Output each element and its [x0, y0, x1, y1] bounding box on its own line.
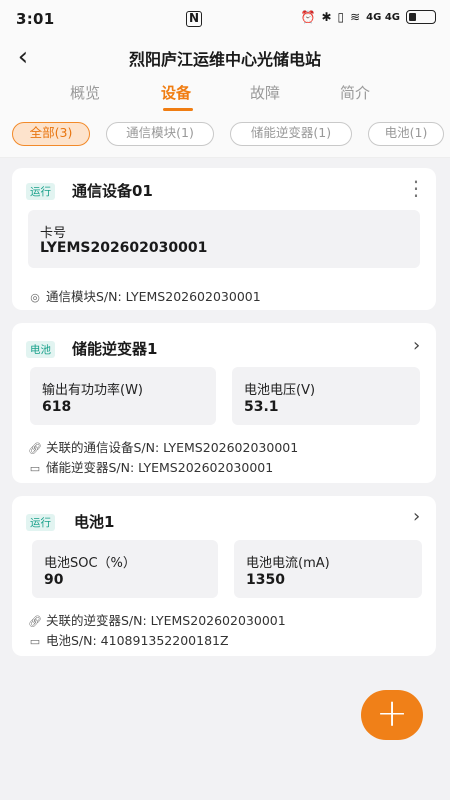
filter-chip-inverter[interactable]: 储能逆变器(1) — [230, 122, 352, 146]
inverter-sn-row: ▭ 储能逆变器S/N: LYEMS202602030001 — [28, 457, 273, 476]
card-title: 通信设备01 — [72, 182, 153, 200]
battery-icon: ▭ — [29, 635, 41, 648]
metric-box-voltage: 电池电压(V) 53.1 — [232, 367, 420, 425]
filter-chip-all[interactable]: 全部(3) — [12, 122, 90, 146]
device-card-comm[interactable]: 运行 通信设备01 ⋮ 卡号 LYEMS202602030001 ◎ 通信模块S/… — [12, 168, 436, 310]
more-options-icon[interactable]: ⋮ — [406, 178, 426, 198]
status-icons: ⏰ ✱ ▯ ≋ 4G 4G — [300, 10, 436, 24]
nfc-icon: N — [186, 11, 202, 27]
metric-value: 1350 — [246, 572, 285, 588]
signal-label: 4G 4G — [366, 11, 400, 23]
status-badge: 运行 — [26, 183, 55, 200]
tab-overview[interactable]: 概览 — [70, 82, 100, 103]
tab-bar: 概览 设备 故障 简介 — [0, 78, 450, 112]
tab-devices[interactable]: 设备 — [161, 82, 191, 103]
status-time: 3:01 — [16, 10, 55, 28]
battery-sn-text: 电池S/N: 410891352200181Z — [46, 633, 229, 648]
metric-label: 电池电压(V) — [244, 383, 316, 398]
chevron-right-icon[interactable]: › — [413, 506, 420, 527]
page-title: 烈阳庐江运维中心光储电站 — [128, 50, 321, 69]
device-card-battery[interactable]: 运行 电池1 › 电池SOC（%） 90 电池电流(mA) 1350 🔗︎ 关联的… — [12, 496, 436, 656]
status-badge: 运行 — [26, 514, 55, 531]
metric-box-power: 输出有功功率(W) 618 — [30, 367, 216, 425]
link-icon: 🔗︎ — [28, 442, 42, 455]
inverter-sn-text: 储能逆变器S/N: LYEMS202602030001 — [46, 460, 274, 475]
chevron-right-icon[interactable]: › — [413, 335, 420, 356]
linked-inverter-sn-row: 🔗︎ 关联的逆变器S/N: LYEMS202602030001 — [28, 610, 286, 629]
link-icon: 🔗︎ — [28, 615, 42, 628]
metric-value: 53.1 — [244, 399, 279, 415]
alarm-icon: ⏰ — [300, 10, 316, 24]
metric-label: 输出有功功率(W) — [42, 383, 143, 398]
comm-sn-text: 通信模块S/N: LYEMS202602030001 — [46, 289, 261, 304]
card-title: 电池1 — [74, 513, 115, 531]
metric-label: 电池SOC（%） — [44, 556, 136, 571]
filter-chip-battery[interactable]: 电池(1) — [368, 122, 444, 146]
metric-box-soc: 电池SOC（%） 90 — [32, 540, 218, 598]
battery-icon — [406, 10, 436, 24]
app-header: ‹ 烈阳庐江运维中心光储电站 — [0, 38, 450, 78]
linked-comm-sn-row: 🔗︎ 关联的通信设备S/N: LYEMS202602030001 — [28, 437, 298, 456]
signal-icon: ◎ — [30, 291, 40, 304]
comm-sn-row: ◎ 通信模块S/N: LYEMS202602030001 — [28, 286, 261, 305]
wifi-icon: ≋ — [350, 10, 361, 24]
add-device-button[interactable]: + — [361, 690, 423, 740]
metric-value: 618 — [42, 399, 72, 415]
metric-label: 电池电流(mA) — [246, 556, 330, 571]
metric-value: 90 — [44, 572, 64, 588]
device-icon: ▭ — [29, 462, 41, 475]
status-badge: 电池 — [26, 341, 55, 358]
device-card-inverter[interactable]: 电池 储能逆变器1 › 输出有功功率(W) 618 电池电压(V) 53.1 🔗… — [12, 323, 436, 483]
tab-active-indicator — [163, 108, 193, 111]
filter-chip-comm-module[interactable]: 通信模块(1) — [106, 122, 214, 146]
filter-bar: 全部(3) 通信模块(1) 储能逆变器(1) 电池(1) — [0, 112, 450, 158]
card-number-box: 卡号 LYEMS202602030001 — [28, 210, 420, 268]
linked-comm-sn-text: 关联的通信设备S/N: LYEMS202602030001 — [46, 440, 299, 455]
linked-inverter-sn-text: 关联的逆变器S/N: LYEMS202602030001 — [46, 613, 286, 628]
card-number-value: LYEMS202602030001 — [40, 240, 208, 256]
vibrate-icon: ▯ — [337, 10, 345, 24]
bluetooth-icon: ✱ — [321, 10, 332, 24]
card-number-label: 卡号 — [40, 226, 67, 241]
battery-sn-row: ▭ 电池S/N: 410891352200181Z — [28, 630, 229, 649]
tab-intro[interactable]: 简介 — [340, 82, 370, 103]
metric-box-current: 电池电流(mA) 1350 — [234, 540, 422, 598]
card-title: 储能逆变器1 — [72, 340, 158, 358]
tab-faults[interactable]: 故障 — [250, 82, 280, 103]
status-bar: 3:01 N ⏰ ✱ ▯ ≋ 4G 4G — [0, 0, 450, 38]
